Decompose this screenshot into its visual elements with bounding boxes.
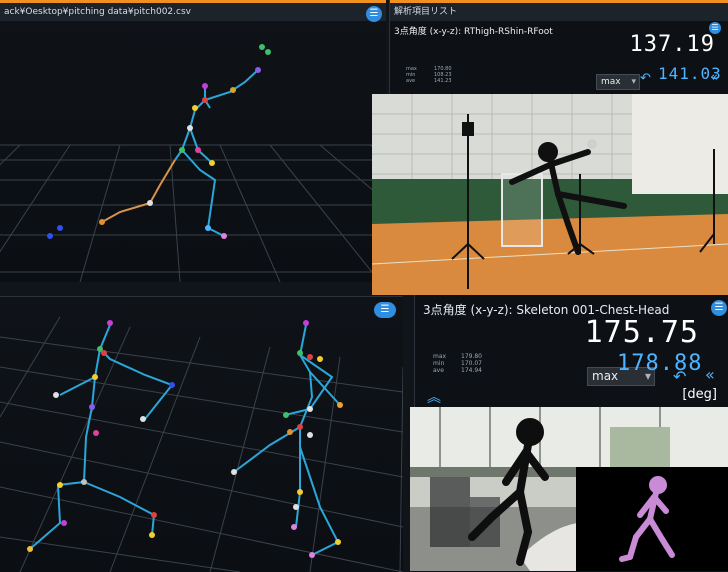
unit-label: [deg] bbox=[682, 387, 717, 402]
angle-stats: max 170.80 min 108.23 ave 141.23 bbox=[406, 66, 452, 84]
undo-icon[interactable]: ↶ bbox=[640, 71, 651, 86]
double-chevron-left-icon[interactable]: « bbox=[710, 70, 718, 85]
angle-value: 175.75 bbox=[584, 315, 699, 350]
angle-label: 3点角度 (x-y-z): RThigh-RShin-RFoot bbox=[394, 27, 553, 37]
scene-bottom-left bbox=[0, 316, 403, 572]
floor-grid bbox=[0, 316, 403, 572]
double-chevron-left-icon[interactable]: « bbox=[705, 365, 715, 384]
floor-grid bbox=[0, 144, 386, 282]
analysis-panel-bottom: 3点角度 (x-y-z): Skeleton 001-Chest-Head ☰ … bbox=[414, 295, 728, 407]
viewport-top-left[interactable]: ack¥Oesktop¥pitching data¥pitch002.csv ☰ bbox=[0, 0, 386, 282]
gym-photo bbox=[410, 407, 728, 571]
angle-stats: max 179.80 min 170.07 ave 174.94 bbox=[433, 353, 482, 374]
stat-select[interactable]: max ▾ bbox=[596, 74, 640, 90]
angle-stat-value: 178.88 bbox=[617, 351, 703, 376]
markers-top-left bbox=[47, 44, 271, 239]
skeleton-pitcher bbox=[174, 69, 259, 237]
angle-value: 137.19 bbox=[629, 32, 715, 57]
undo-icon[interactable]: ↶ bbox=[673, 367, 686, 386]
skeleton-right bbox=[233, 324, 341, 556]
video-frame-top bbox=[372, 94, 728, 295]
analysis-list-title: 解析項目リスト bbox=[390, 0, 728, 21]
skeleton-left bbox=[29, 324, 174, 550]
chevron-down-icon: ▾ bbox=[631, 77, 636, 87]
double-chevron-up-icon[interactable]: ︽ bbox=[427, 387, 441, 407]
viewport-bottom-left[interactable]: ☰ bbox=[0, 296, 403, 572]
video-frame-bottom bbox=[410, 407, 728, 571]
scene-top-left bbox=[0, 44, 386, 282]
gym-photo bbox=[372, 94, 728, 295]
menu-icon[interactable]: ☰ bbox=[711, 300, 727, 316]
analysis-panel-top: 解析項目リスト ☰ 3点角度 (x-y-z): RThigh-RShin-RFo… bbox=[389, 0, 728, 94]
